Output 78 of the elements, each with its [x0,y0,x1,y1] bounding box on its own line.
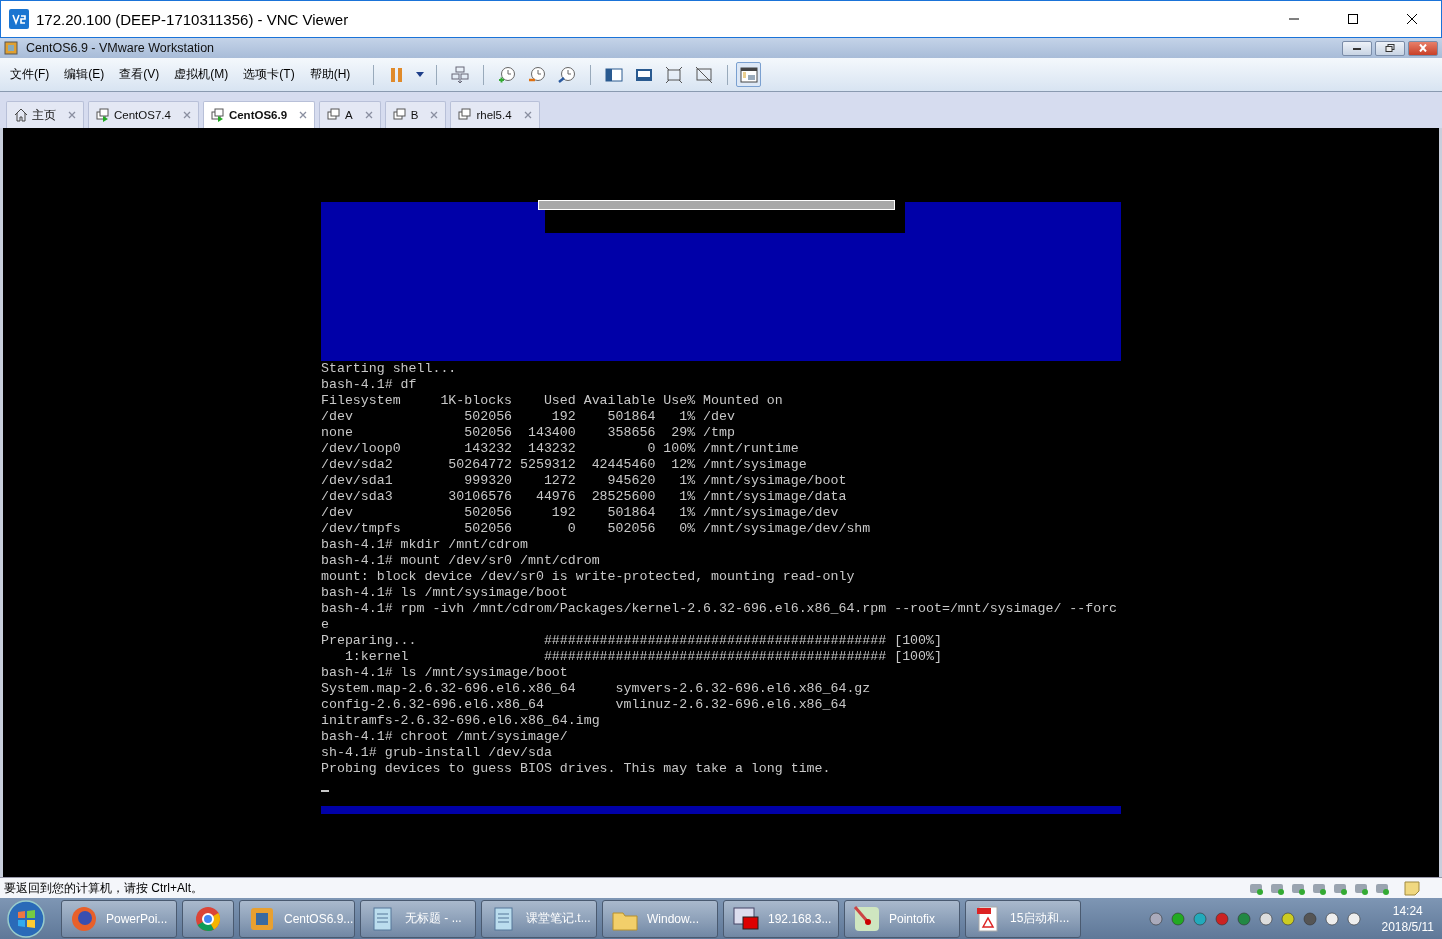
app-icon [732,904,760,933]
window-title: CentOS6.9 - VMware Workstation [26,41,215,55]
terminal-line: bash-4.1# df [321,377,417,392]
terminal-line: System.map-2.6.32-696.el6.x86_64 symvers-2.6.32-696.el6.x86_64.gz [321,681,871,696]
close-icon[interactable] [299,111,308,119]
terminal-line: Probing devices to guess BIOS drives. This may take a long time. [321,761,831,776]
clock-icon[interactable] [557,64,578,85]
thumbnail-button[interactable] [736,62,762,87]
terminal-line: sh-4.1# grub-install /dev/sda [321,745,552,760]
virtual-machine-icon [458,108,473,122]
menu-item[interactable]: 编辑(E) [64,66,105,83]
tab[interactable]: rhel5.4 [450,101,540,128]
fullscreen-icon[interactable] [664,64,685,85]
terminal-line: bash-4.1# rpm -ivh /mnt/cdrom/Packages/kernel-2.6.32-696.el6.x86_64.rpm --root=/mnt/sysimage/ --forc [321,601,1118,616]
terminal-line: bash-4.1# chroot /mnt/sysimage/ [321,729,568,744]
app-logo-icon [4,41,18,55]
terminal-line: bash-4.1# mount /dev/sr0 /mnt/cdrom [321,553,600,568]
menu-item[interactable]: 查看(V) [119,66,160,83]
close-button[interactable] [1408,40,1438,56]
terminal-line: /dev 502056 192 501864 1% /mnt/sysimage/dev [321,505,839,520]
terminal-line: Filesystem 1K-blocks Used Available Use% Mounted on [321,393,783,408]
unity-icon[interactable] [694,64,715,85]
terminal-line: bash-4.1# ls /mnt/sysimage/boot [321,665,568,680]
close-icon[interactable] [364,111,373,119]
close-icon[interactable] [68,111,76,119]
terminal-line: 1:kernel ########################################### [100%] [343,649,942,664]
virtual-machine-icon [96,108,110,122]
terminal-line: initramfs-2.6.32-696.el6.x86_64.img [321,713,600,728]
tab[interactable]: 主页 [6,101,84,128]
caret-icon[interactable] [416,72,425,77]
app-logo-icon [9,9,29,29]
window-icon [738,64,759,85]
virtual-machine-icon [392,108,407,122]
terminal-line: bash-4.1# mkdir /mnt/cdrom [321,537,528,552]
clock[interactable]: 14:24 2018/5/11 [1381,902,1434,935]
clock-icon[interactable] [497,64,518,85]
close-icon[interactable] [430,111,439,119]
virtual-machine-icon [210,108,225,122]
text-cursor [321,790,329,792]
home-icon [14,108,28,122]
virtual-machine-icon [327,108,342,122]
tab[interactable]: B [384,101,447,128]
terminal-line: /dev/tmpfs 502056 0 502056 0% /mnt/sysimage/dev/shm [321,521,871,536]
terminal-line: /dev/sda1 999320 1272 945620 1% /mnt/sysimage/boot [321,473,847,488]
terminal-line: Preparing... ########################################### [100%] [321,633,942,648]
restore-icon [1383,44,1397,52]
close-icon [1405,13,1418,25]
terminal-line: /dev 502056 192 501864 1% /dev [321,409,735,424]
terminal-line: none 502056 143400 358656 29% /tmp [321,425,735,440]
terminal-line: Starting shell... [321,361,457,376]
vm-console[interactable] [0,128,1442,877]
menu-item[interactable]: 帮助(H) [309,66,351,83]
tab[interactable]: CentOS6.9 [202,101,316,128]
tab[interactable]: A [319,101,381,128]
menu-item[interactable]: 虚拟机(M) [174,66,229,83]
close-icon[interactable] [523,111,532,119]
terminal-line: bash-4.1# ls /mnt/sysimage/boot [321,585,568,600]
tab[interactable]: CentOS7.4 [88,101,199,128]
app-icon [853,904,881,933]
terminal-line: /dev/loop0 143232 143232 0 100% /mnt/runtime [321,441,799,456]
close-icon[interactable] [182,111,191,119]
terminal-line: /dev/sda3 30106576 44976 28525600 1% /mnt/sysimage/data [321,489,847,504]
restore-button[interactable] [1375,40,1405,56]
note-icon[interactable] [1404,880,1420,896]
terminal-line: /dev/sda2 50264772 5259312 42445460 12% /mnt/sysimage [321,457,807,472]
start-button[interactable] [6,898,46,939]
terminal-line: e [321,617,329,632]
menu-item[interactable]: 文件(F) [10,66,50,83]
terminal-line: config-2.6.32-696.el6.x86_64 vmlinuz-2.6.32-696.el6.x86_64 [321,697,847,712]
minimize-button[interactable] [1342,40,1372,56]
taskbar-button[interactable] [182,899,234,938]
status-text: 要返回到您的计算机，请按 Ctrl+Alt。 [4,879,203,897]
maximize-icon [1346,13,1359,25]
app-icon [70,904,98,933]
menu-item[interactable]: 选项卡(T) [243,66,295,83]
window-title: 172.20.100 (DEEP-1710311356) - VNC Viewer [36,10,349,28]
terminal-line: mount: block device /dev/sr0 is write-protected, mounting read-only [321,569,855,584]
app-icon [194,904,222,933]
